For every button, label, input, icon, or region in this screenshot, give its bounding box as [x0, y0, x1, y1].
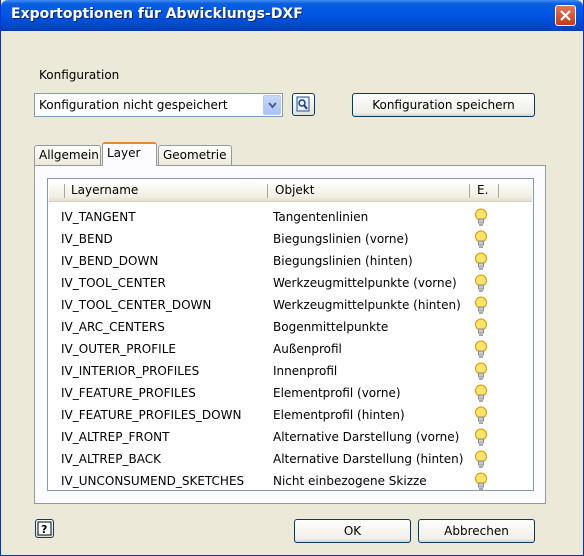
layer-object: Innenprofil	[273, 364, 338, 378]
save-configuration-button[interactable]: Konfiguration speichern	[352, 93, 535, 117]
tab-geometrie[interactable]: Geometrie	[158, 145, 232, 166]
title-bar[interactable]: Exportoptionen für Abwicklungs-DXF	[1, 0, 583, 31]
layer-name: IV_INTERIOR_PROFILES	[61, 364, 200, 378]
layer-object: Alternative Darstellung (hinten)	[273, 452, 464, 466]
lightbulb-icon[interactable]	[474, 406, 488, 425]
lightbulb-icon[interactable]	[474, 428, 488, 447]
layer-list[interactable]: Layername Objekt E. IV_TANGENT Tangentenl…	[47, 178, 534, 491]
layer-object: Alternative Darstellung (vorne)	[273, 430, 460, 444]
chevron-down-icon[interactable]	[263, 95, 281, 115]
layer-row[interactable]: IV_ARC_CENTERS Bogenmittelpunkte	[49, 317, 532, 338]
lightbulb-icon[interactable]	[474, 252, 488, 271]
layer-name: IV_TOOL_CENTER	[61, 276, 166, 290]
window-title: Exportoptionen für Abwicklungs-DXF	[11, 6, 303, 22]
layer-object: Nicht einbezogene Skizze	[273, 474, 427, 488]
tab-layer[interactable]: Layer	[102, 142, 157, 166]
svg-text:?: ?	[41, 523, 47, 536]
layer-name: IV_BEND_DOWN	[61, 254, 159, 268]
column-header-enabled[interactable]: E.	[477, 180, 488, 201]
column-header-objekt[interactable]: Objekt	[275, 180, 314, 201]
close-button[interactable]	[555, 5, 576, 26]
layer-row[interactable]: IV_BEND Biegungslinien (vorne)	[49, 229, 532, 250]
column-header-layername[interactable]: Layername	[71, 180, 138, 201]
layer-name: IV_TANGENT	[61, 210, 136, 224]
lightbulb-icon[interactable]	[474, 296, 488, 315]
layer-row[interactable]: IV_TANGENT Tangentenlinien	[49, 207, 532, 228]
configuration-select-value: Konfiguration nicht gespeichert	[39, 98, 228, 112]
layer-name: IV_BEND	[61, 232, 113, 246]
column-divider	[498, 184, 499, 198]
layer-row[interactable]: IV_TOOL_CENTER_DOWN Werkzeugmittelpunkte …	[49, 295, 532, 316]
layer-object: Elementprofil (hinten)	[273, 408, 405, 422]
lightbulb-icon[interactable]	[474, 208, 488, 227]
layer-row[interactable]: IV_OUTER_PROFILE Außenprofil	[49, 339, 532, 360]
layer-row[interactable]: IV_INTERIOR_PROFILES Innenprofil	[49, 361, 532, 382]
layer-name: IV_ALTREP_BACK	[61, 452, 161, 466]
layer-object: Elementprofil (vorne)	[273, 386, 401, 400]
column-divider	[267, 184, 268, 198]
layer-object: Biegungslinien (hinten)	[273, 254, 413, 268]
lightbulb-icon[interactable]	[474, 362, 488, 381]
layer-row[interactable]: IV_TOOL_CENTER Werkzeugmittelpunkte (vorn…	[49, 273, 532, 294]
column-divider	[469, 184, 470, 198]
layer-row[interactable]: IV_UNCONSUMEND_SKETCHES Nicht einbezogene…	[49, 471, 532, 492]
layer-list-header: Layername Objekt E.	[49, 180, 532, 202]
configuration-label: Konfiguration	[39, 68, 120, 82]
layer-object: Werkzeugmittelpunkte (vorne)	[273, 276, 457, 290]
column-divider	[64, 184, 65, 198]
lightbulb-icon[interactable]	[474, 230, 488, 249]
layer-object: Tangentenlinien	[273, 210, 369, 224]
cancel-button[interactable]: Abbrechen	[418, 519, 535, 543]
close-icon	[560, 10, 571, 21]
lightbulb-icon[interactable]	[474, 384, 488, 403]
layer-row[interactable]: IV_FEATURE_PROFILES_DOWN Elementprofil (h…	[49, 405, 532, 426]
layer-name: IV_FEATURE_PROFILES	[61, 386, 196, 400]
ok-button[interactable]: OK	[294, 519, 411, 543]
lightbulb-icon[interactable]	[474, 340, 488, 359]
lightbulb-icon[interactable]	[474, 472, 488, 491]
configuration-select[interactable]: Konfiguration nicht gespeichert	[34, 93, 283, 117]
lightbulb-icon[interactable]	[474, 318, 488, 337]
search-icon	[296, 96, 310, 112]
layer-object: Außenprofil	[273, 342, 342, 356]
lightbulb-icon[interactable]	[474, 274, 488, 293]
layer-name: IV_ARC_CENTERS	[61, 320, 165, 334]
lightbulb-icon[interactable]	[474, 450, 488, 469]
tab-allgemein[interactable]: Allgemein	[34, 145, 101, 166]
layer-row[interactable]: IV_ALTREP_BACK Alternative Darstellung (h…	[49, 449, 532, 470]
layer-object: Bogenmittelpunkte	[273, 320, 389, 334]
browse-configuration-button[interactable]	[292, 93, 315, 116]
layer-name: IV_UNCONSUMEND_SKETCHES	[61, 474, 245, 488]
layer-row[interactable]: IV_FEATURE_PROFILES Elementprofil (vorne)	[49, 383, 532, 404]
layer-name: IV_TOOL_CENTER_DOWN	[61, 298, 212, 312]
layer-row[interactable]: IV_BEND_DOWN Biegungslinien (hinten)	[49, 251, 532, 272]
export-options-dialog: Exportoptionen für Abwicklungs-DXF Konfi…	[0, 0, 584, 556]
layer-name: IV_OUTER_PROFILE	[61, 342, 176, 356]
help-icon: ?	[37, 521, 52, 536]
layer-name: IV_ALTREP_FRONT	[61, 430, 170, 444]
help-button[interactable]: ?	[35, 519, 54, 538]
layer-object: Biegungslinien (vorne)	[273, 232, 409, 246]
layer-object: Werkzeugmittelpunkte (hinten)	[273, 298, 461, 312]
layer-name: IV_FEATURE_PROFILES_DOWN	[61, 408, 242, 422]
layer-row[interactable]: IV_ALTREP_FRONT Alternative Darstellung (…	[49, 427, 532, 448]
